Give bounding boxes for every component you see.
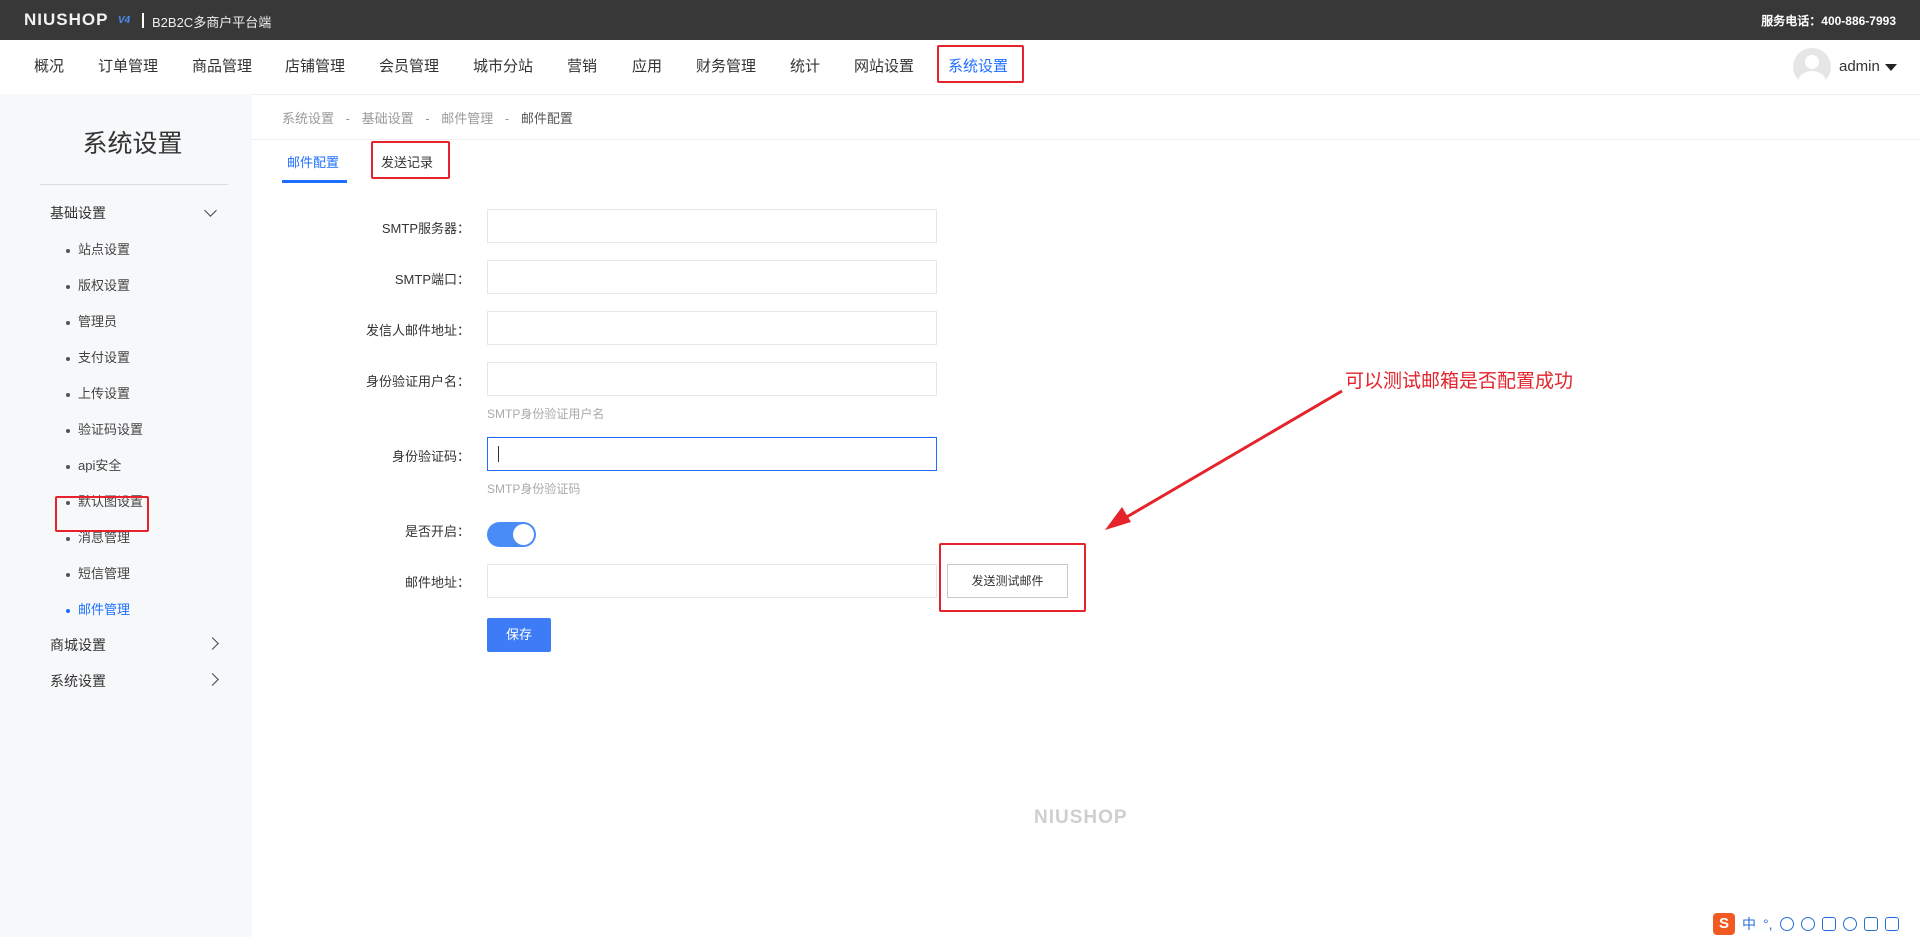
ime-mode[interactable]: 中	[1742, 914, 1756, 934]
microphone-icon[interactable]	[1800, 917, 1815, 931]
annotation-arrow	[1105, 389, 1343, 530]
ime-punctuation[interactable]: °,	[1763, 916, 1773, 932]
skin-icon[interactable]	[1863, 917, 1878, 931]
keyboard-icon[interactable]	[1821, 917, 1836, 931]
user-icon[interactable]	[1842, 917, 1857, 931]
sogou-icon[interactable]: S	[1713, 913, 1735, 935]
toolbox-icon[interactable]	[1884, 917, 1899, 931]
ime-tray: S 中 °,	[1713, 912, 1899, 936]
footer-logo: NIUSHOP	[1034, 807, 1128, 828]
emoji-icon[interactable]	[1779, 917, 1794, 931]
